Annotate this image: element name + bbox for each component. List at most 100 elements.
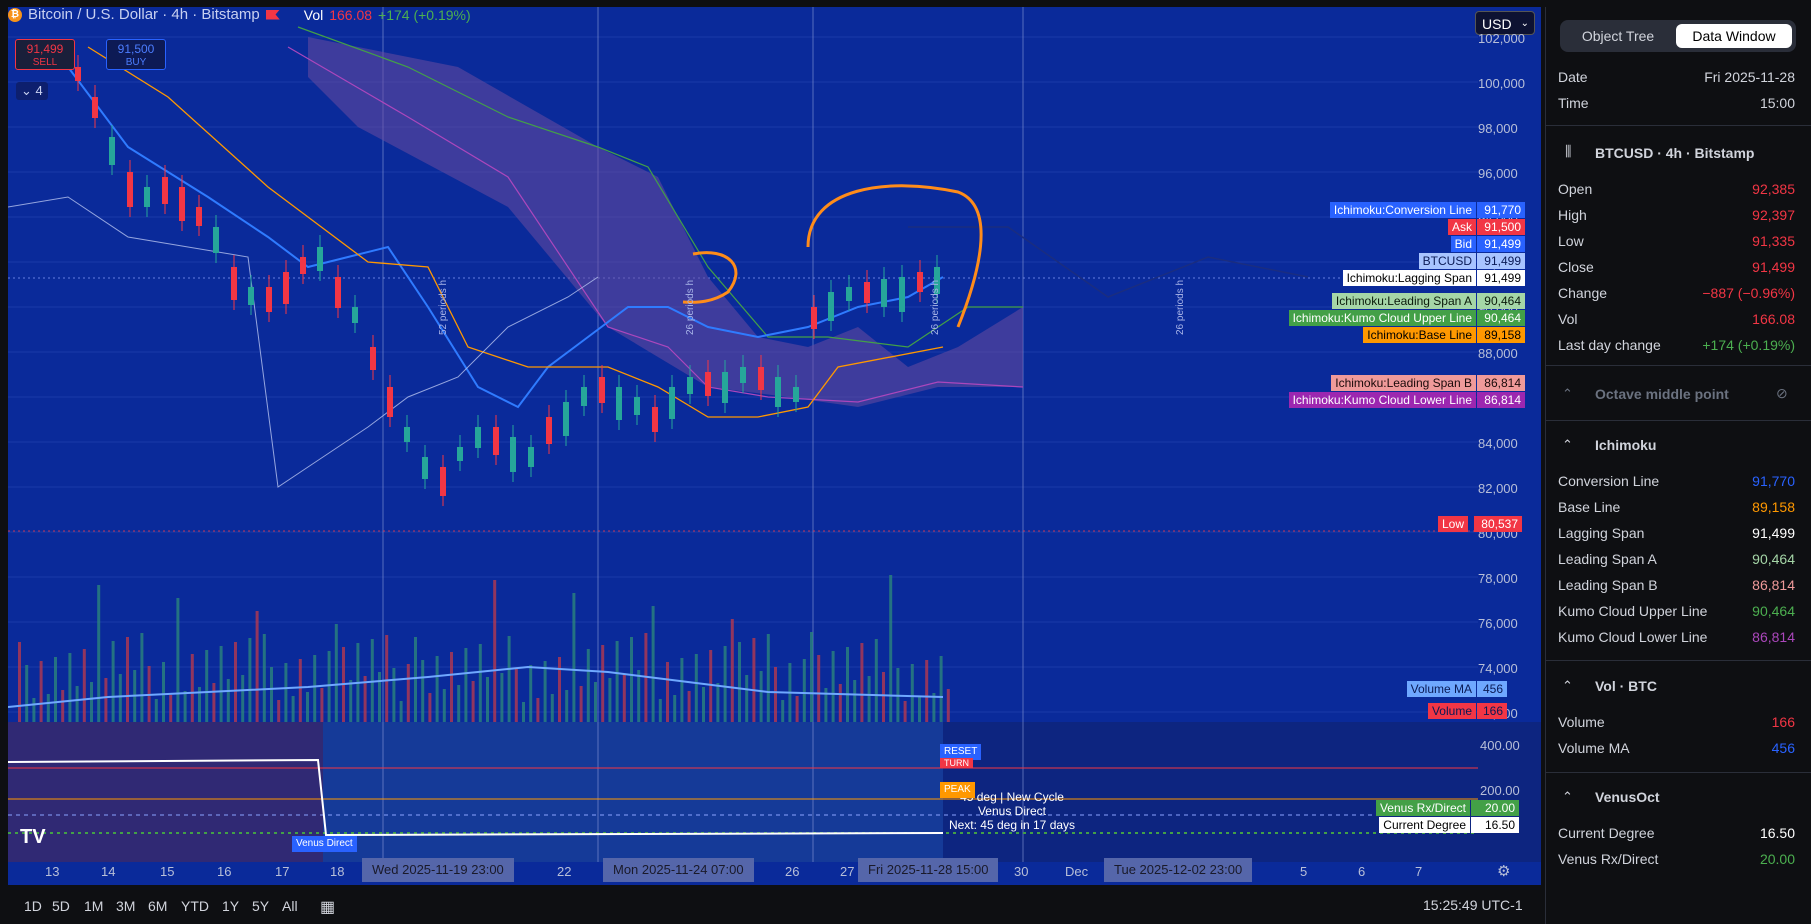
timeframe-1d-button[interactable]: 1D <box>24 898 42 914</box>
time-highlight: Fri 2025-11-28 15:00 <box>858 858 999 882</box>
time-label: Time <box>1558 95 1589 111</box>
indicators-collapse-button[interactable]: ⌄ 4 <box>16 82 48 100</box>
tradingview-logo: TV <box>20 826 46 848</box>
panel-divider <box>1545 420 1811 421</box>
time-highlight: Tue 2025-12-02 23:00 <box>1104 858 1253 882</box>
low-tag-label: Low <box>1438 516 1469 532</box>
candle-body <box>75 67 81 81</box>
chevron-up-icon[interactable]: ⌃ <box>1562 789 1573 805</box>
candle-body <box>352 307 358 323</box>
chevron-up-icon[interactable]: ⌃ <box>1562 678 1573 694</box>
volume-bar <box>471 681 475 722</box>
volume-bar <box>406 664 410 722</box>
volume-tag-label: Volume <box>1427 703 1476 719</box>
price-tick: 96,000 <box>1478 166 1518 181</box>
volume-bar <box>46 694 50 722</box>
venus-row-label: Current Degree <box>1558 825 1655 841</box>
volume-bar <box>205 650 209 722</box>
volume-bar <box>759 671 763 722</box>
timeframe-1m-button[interactable]: 1M <box>84 898 103 914</box>
candle-body <box>652 407 658 432</box>
timeframe-ytd-button[interactable]: YTD <box>181 898 209 914</box>
sell-button[interactable]: 91,499 SELL <box>15 39 75 70</box>
candle-body <box>179 187 185 221</box>
volume-bar <box>536 698 540 722</box>
section-title[interactable]: Ichimoku <box>1595 437 1656 453</box>
candle-body <box>440 467 446 496</box>
volume-bar <box>118 674 122 722</box>
candle-body <box>196 207 202 226</box>
timeframe-5d-button[interactable]: 5D <box>52 898 70 914</box>
volume-bar <box>579 686 583 722</box>
calendar-range-icon[interactable]: ▦ <box>320 897 335 917</box>
volume-bar <box>817 655 821 722</box>
price-chart-canvas[interactable] <box>8 7 1541 885</box>
ichimoku-row-label: Leading Span B <box>1558 577 1658 593</box>
tab-data-window[interactable]: Data Window <box>1676 24 1792 48</box>
ohlc-high-value: 92,397 <box>1752 207 1795 223</box>
ohlc-vol-label: Vol <box>1558 311 1578 327</box>
chart-area[interactable] <box>8 7 1541 885</box>
timeframe-all-button[interactable]: All <box>282 898 298 914</box>
clock[interactable]: 15:25:49 UTC-1 <box>1423 897 1523 913</box>
volume-bar <box>68 653 72 722</box>
candle-body <box>335 277 341 308</box>
period-label: 52 periods h <box>438 279 449 335</box>
time-value: 15:00 <box>1759 95 1795 111</box>
time-highlight: Wed 2025-11-19 23:00 <box>362 858 514 882</box>
symbol-title[interactable]: Bitcoin / U.S. Dollar · 4h · Bitstamp <box>28 6 260 23</box>
volume-bar <box>219 646 223 722</box>
timeframe-3m-button[interactable]: 3M <box>116 898 135 914</box>
timeframe-1y-button[interactable]: 1Y <box>222 898 239 914</box>
section-title[interactable]: Vol · BTC <box>1595 678 1657 694</box>
volume-bar <box>651 606 655 722</box>
candle-body <box>457 447 463 461</box>
candle-body <box>581 387 587 406</box>
ichimoku-row-value: 90,464 <box>1752 551 1795 567</box>
price-tick: 100,000 <box>1478 76 1525 91</box>
ohlc-low-value: 91,335 <box>1752 233 1795 249</box>
volume-bar <box>399 701 403 722</box>
volume-bar <box>738 642 741 722</box>
price-tick: 98,000 <box>1478 121 1518 136</box>
section-title[interactable]: VenusOct <box>1595 789 1660 805</box>
flag-icon[interactable] <box>265 9 280 20</box>
vol-value: 166.08 <box>329 6 373 23</box>
timeframe-5y-button[interactable]: 5Y <box>252 898 269 914</box>
turn-badge: TURN <box>940 758 973 768</box>
volume-bar <box>97 585 101 722</box>
volume-bar <box>608 678 612 722</box>
volume-bar <box>543 661 547 722</box>
oscillator-direct-zone <box>323 722 943 862</box>
volume-bar <box>82 649 86 722</box>
timeframe-6m-button[interactable]: 6M <box>148 898 167 914</box>
chevron-up-icon[interactable]: ⌃ <box>1562 437 1573 453</box>
volume-bar <box>558 657 561 722</box>
period-label: 26 periods h <box>930 279 941 335</box>
volume-bar <box>320 688 324 722</box>
section-title[interactable]: Octave middle point <box>1595 386 1729 402</box>
ohlc-vol-value: 166.08 <box>1752 311 1795 327</box>
ichimoku-row-label: Base Line <box>1558 499 1621 515</box>
buy-button[interactable]: 91,500 BUY <box>106 39 166 70</box>
volume-bar <box>306 692 309 722</box>
tab-object-tree[interactable]: Object Tree <box>1564 24 1672 48</box>
price-tag-label: Ichimoku:Leading Span A <box>1331 293 1476 309</box>
volume-bar <box>853 680 857 722</box>
volume-bar <box>867 676 871 722</box>
volume-bar <box>666 662 669 722</box>
buy-label: BUY <box>125 57 147 68</box>
panel-divider <box>1545 660 1811 661</box>
volume-bar <box>601 645 605 722</box>
ichimoku-row-label: Leading Span A <box>1558 551 1657 567</box>
volume-bar <box>248 638 252 722</box>
volume-bar <box>939 656 943 722</box>
volume-bar <box>795 696 799 722</box>
settings-gear-icon[interactable]: ⚙ <box>1497 862 1510 880</box>
low-tag-value: 80,537 <box>1474 516 1522 532</box>
volume-bar <box>154 699 158 722</box>
chevron-up-icon[interactable]: ⌃ <box>1562 386 1573 402</box>
volume-bar <box>694 654 698 722</box>
time-tick: 18 <box>330 864 345 879</box>
eye-off-icon[interactable]: ⊘ <box>1776 385 1788 402</box>
